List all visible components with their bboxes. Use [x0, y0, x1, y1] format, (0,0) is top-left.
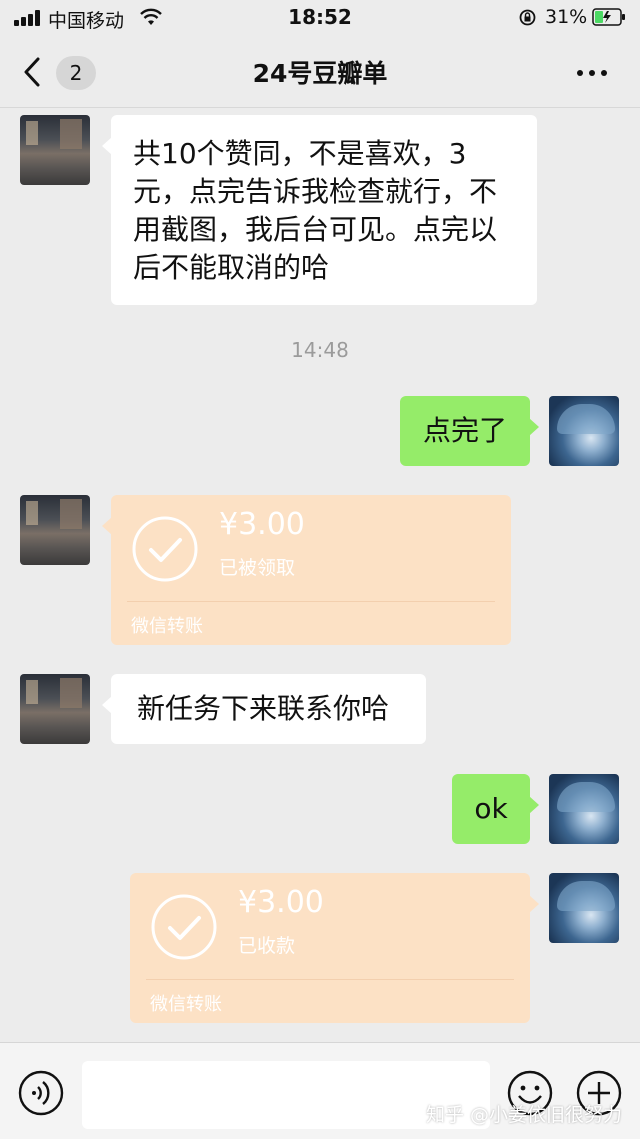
contact-avatar[interactable] [20, 674, 90, 744]
message-text: 点完了 [422, 414, 507, 447]
message-bubble-received[interactable]: 新任务下来联系你哈 [102, 674, 426, 744]
wechat-transfer-card[interactable]: ¥3.00 已收款 微信转账 [130, 873, 539, 1023]
transfer-label: 微信转账 [131, 616, 203, 637]
check-circle-icon [151, 894, 217, 960]
wechat-transfer-card[interactable]: ¥3.00 已被领取 微信转账 [102, 495, 511, 645]
transfer-amount: ¥3.00 [219, 507, 305, 542]
check-circle-icon [132, 516, 198, 582]
message-text: 共10个赞同，不是喜欢，3元，点完告诉我检查就行，不用截图，我后台可见。点完以后… [133, 137, 498, 284]
message-timestamp: 14:48 [291, 338, 349, 362]
message-bubble-received[interactable]: 共10个赞同，不是喜欢，3元，点完告诉我检查就行，不用截图，我后台可见。点完以后… [102, 115, 537, 305]
transfer-status: 已被领取 [219, 557, 296, 579]
chat-title: 24号豆瓣单 [252, 59, 388, 88]
message-bubble-sent[interactable]: ok [452, 774, 539, 844]
user-avatar[interactable] [549, 396, 619, 466]
transfer-amount: ¥3.00 [238, 885, 324, 920]
more-options-icon[interactable] [572, 58, 612, 88]
chat-message-list[interactable]: 共10个赞同，不是喜欢，3元，点完告诉我检查就行，不用截图，我后台可见。点完以后… [0, 109, 640, 1042]
transfer-divider [146, 979, 514, 980]
user-avatar[interactable] [549, 873, 619, 943]
contact-avatar[interactable] [20, 495, 90, 565]
watermark: 知乎 @小姜依旧很努力 [426, 1104, 623, 1126]
voice-input-icon[interactable] [17, 1069, 65, 1117]
message-text: 新任务下来联系你哈 [137, 692, 390, 725]
contact-avatar[interactable] [20, 115, 90, 185]
message-text: ok [474, 792, 508, 825]
rotation-lock-icon [519, 9, 536, 26]
chat-header: 2 24号豆瓣单 [0, 36, 640, 108]
transfer-label: 微信转账 [150, 994, 222, 1015]
battery-icon [592, 8, 625, 26]
status-time: 18:52 [288, 5, 352, 29]
transfer-divider [127, 601, 495, 602]
status-bar: 中国移动 18:52 31% [0, 0, 640, 36]
battery-percentage: 31% [545, 6, 588, 28]
user-avatar[interactable] [549, 774, 619, 844]
message-bubble-sent[interactable]: 点完了 [400, 396, 539, 466]
transfer-status: 已收款 [238, 935, 296, 957]
